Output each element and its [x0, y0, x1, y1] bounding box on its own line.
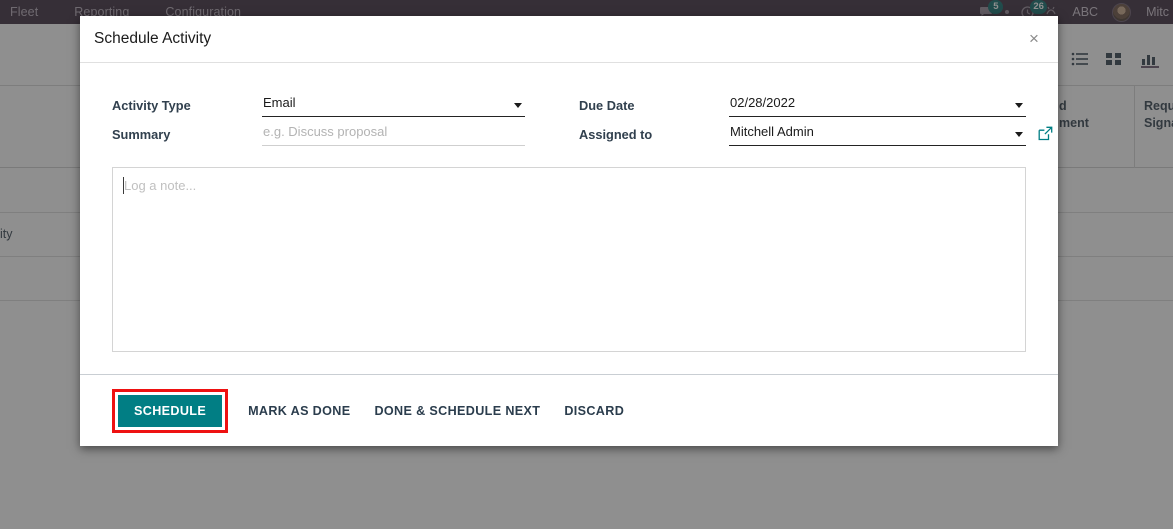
due-date-control[interactable] — [729, 93, 1026, 117]
done-and-schedule-next-button[interactable]: DONE & SCHEDULE NEXT — [362, 395, 552, 427]
activity-type-label: Activity Type — [112, 98, 191, 113]
summary-input[interactable] — [262, 122, 525, 146]
schedule-button[interactable]: SCHEDULE — [118, 394, 223, 427]
log-note-textarea[interactable]: Log a note... — [112, 167, 1026, 352]
assigned-to-input[interactable] — [729, 122, 1026, 146]
mark-as-done-button[interactable]: MARK AS DONE — [236, 395, 362, 427]
schedule-button-highlight: SCHEDULE — [112, 388, 229, 433]
field-column-right: Due Date Assigned to — [569, 88, 1053, 146]
summary-control[interactable] — [262, 122, 525, 146]
schedule-activity-dialog: Schedule Activity × Activity Type Summar… — [80, 16, 1058, 446]
dialog-body: Activity Type Summary Due Date — [80, 63, 1058, 374]
assigned-to-control[interactable] — [729, 122, 1053, 146]
field-grid: Activity Type Summary Due Date — [112, 88, 1053, 146]
log-note-placeholder: Log a note... — [124, 178, 197, 193]
field-summary: Summary — [112, 117, 525, 146]
chevron-down-icon[interactable] — [1015, 132, 1023, 137]
activity-type-control[interactable] — [262, 93, 525, 117]
dialog-header: Schedule Activity × — [80, 16, 1058, 63]
close-icon[interactable]: × — [1024, 29, 1044, 49]
field-column-left: Activity Type Summary — [112, 88, 569, 146]
external-link-icon[interactable] — [1038, 126, 1053, 141]
chevron-down-icon[interactable] — [514, 103, 522, 108]
field-assigned-to: Assigned to — [579, 117, 1053, 146]
chevron-down-icon[interactable] — [1015, 103, 1023, 108]
due-date-label: Due Date — [579, 98, 635, 113]
due-date-input[interactable] — [729, 93, 1026, 117]
assigned-to-label: Assigned to — [579, 127, 653, 142]
field-activity-type: Activity Type — [112, 88, 525, 117]
field-due-date: Due Date — [579, 88, 1026, 117]
summary-label: Summary — [112, 127, 171, 142]
discard-button[interactable]: DISCARD — [552, 395, 636, 427]
dialog-title: Schedule Activity — [94, 30, 212, 47]
activity-type-input[interactable] — [262, 93, 525, 117]
dialog-footer: SCHEDULE MARK AS DONE DONE & SCHEDULE NE… — [80, 374, 1058, 446]
text-cursor — [123, 177, 124, 194]
